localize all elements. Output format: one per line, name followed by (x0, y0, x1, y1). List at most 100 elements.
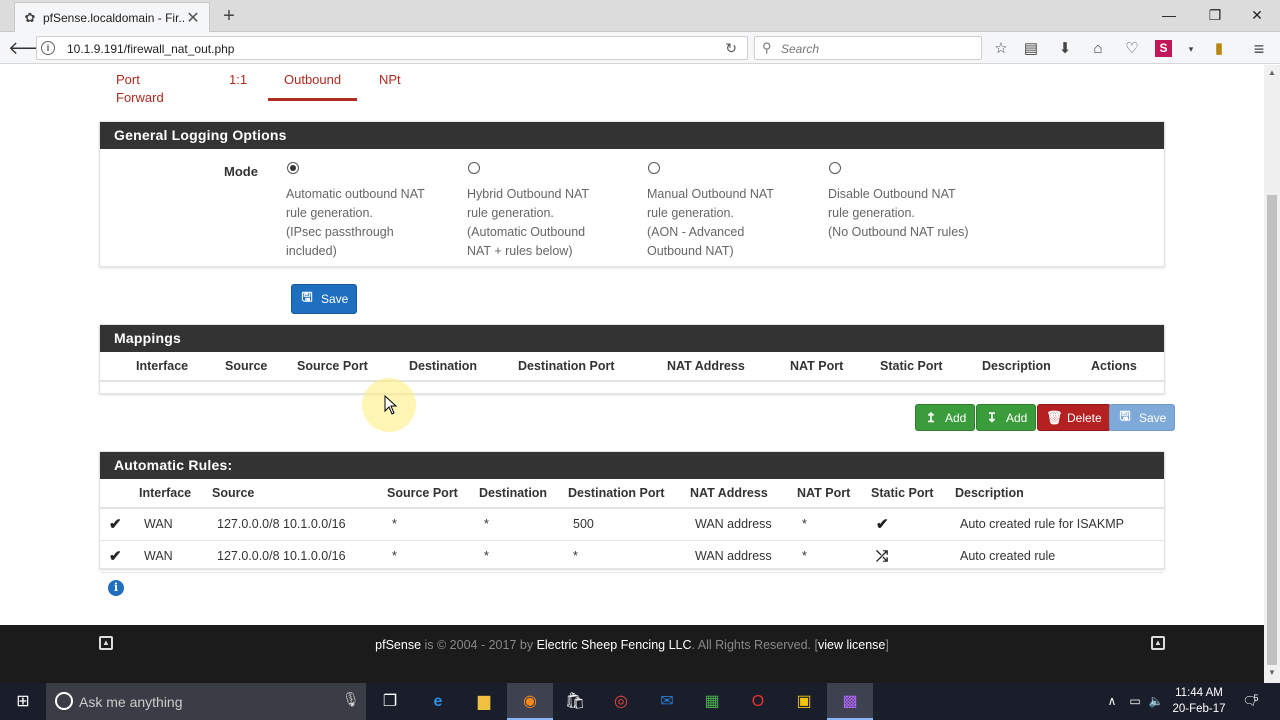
trash-icon: 🗑 (1046, 409, 1063, 425)
close-tab-icon[interactable]: ✕ (185, 8, 201, 28)
extension-dropdown-icon[interactable]: ▾ (1180, 38, 1202, 60)
file-explorer-icon[interactable]: ▆ (461, 683, 507, 720)
maximize-button[interactable]: ❐ (1192, 0, 1238, 30)
mode-option-automatic[interactable]: Automatic outbound NAT rule generation. … (286, 162, 456, 261)
col-nat-port: NAT Port (797, 479, 871, 509)
cell-destination-port: 500 (568, 508, 690, 541)
col-destination: Destination (479, 479, 568, 509)
browser-search-input[interactable]: ⚲ Search (754, 36, 982, 60)
col-nat-port: NAT Port (790, 352, 880, 382)
automatic-rules-panel: Automatic Rules: Interface Source Source… (99, 451, 1165, 573)
tab-one-to-one[interactable]: 1:1 (213, 71, 263, 101)
mappings-panel: Mappings Interface Source Source Port De… (99, 324, 1165, 394)
url-bar[interactable]: i 10.1.9.191/firewall_nat_out.php ↻ (36, 36, 748, 60)
footer-brand: pfSense (375, 638, 422, 652)
save-mappings-button[interactable]: 🖫 Save (1109, 404, 1176, 431)
automatic-rules-table: Interface Source Source Port Destination… (100, 479, 1164, 573)
tray-chevron-icon[interactable]: ∧ (1103, 683, 1121, 720)
system-clock[interactable]: 11:44 AM 20-Feb-17 (1166, 685, 1232, 717)
add-rule-bottom-button[interactable]: ↧ Add (976, 404, 1037, 431)
reload-icon[interactable]: ↻ (725, 40, 737, 57)
clock-date: 20-Feb-17 (1172, 703, 1226, 715)
footer-text-1: is © 2004 - 2017 by (421, 638, 537, 652)
scrollbar-thumb[interactable] (1267, 195, 1277, 665)
info-icon[interactable]: i (108, 580, 124, 596)
option-line: included) (286, 244, 337, 258)
firefox-icon[interactable]: ◉ (507, 683, 553, 720)
edge-browser-icon[interactable]: e (415, 683, 461, 720)
extension-folder-icon[interactable]: ▮ (1208, 38, 1230, 60)
floppy-disk-icon: 🖫 (301, 289, 313, 304)
option-text: Manual Outbound NAT rule generation. (AO… (647, 185, 817, 261)
cell-nat-port: * (797, 540, 871, 573)
window-close-button[interactable]: ✕ (1234, 0, 1280, 30)
add-rule-top-button[interactable]: ↥ Add (915, 404, 976, 431)
pfsense-favicon-icon: ✿ (24, 9, 36, 25)
cell-source: 127.0.0.0/8 10.1.0.0/16 (212, 540, 387, 573)
tab-npt[interactable]: NPt (363, 71, 417, 101)
option-line: rule generation. (828, 206, 915, 220)
cell-destination-port: * (568, 540, 690, 573)
tab-outbound[interactable]: Outbound (268, 71, 358, 101)
auto-rules-header-row: Interface Source Source Port Destination… (100, 479, 1164, 509)
footer-company-link[interactable]: Electric Sheep Fencing LLC (537, 638, 692, 652)
option-line: Automatic outbound NAT (286, 187, 425, 201)
cell-destination: * (479, 540, 568, 573)
mode-option-hybrid[interactable]: Hybrid Outbound NAT rule generation. (Au… (467, 162, 637, 261)
chrome-icon[interactable]: ◎ (598, 683, 644, 720)
mode-option-manual[interactable]: Manual Outbound NAT rule generation. (AO… (647, 162, 817, 261)
option-text: Disable Outbound NAT rule generation. (N… (828, 185, 998, 242)
floppy-disk-icon: 🖫 (1119, 407, 1131, 423)
collapse-right-icon[interactable]: ▲ (1151, 636, 1165, 650)
back-arrow-icon[interactable]: 🡐 (8, 36, 56, 60)
radio-hybrid[interactable] (468, 162, 480, 174)
save-mode-button[interactable]: 🖫 Save (291, 284, 358, 314)
table-row[interactable]: ✔ WAN 127.0.0.0/8 10.1.0.0/16 * * * WAN … (100, 540, 1164, 573)
hamburger-menu-icon[interactable]: ≡ (1248, 38, 1270, 60)
site-info-icon[interactable]: i (41, 41, 55, 55)
option-line: rule generation. (647, 206, 734, 220)
download-icon[interactable]: ⬇ (1054, 38, 1076, 60)
col-nat-address: NAT Address (690, 479, 797, 509)
opera-icon[interactable]: O (735, 683, 781, 720)
home-icon[interactable]: ⌂ (1087, 38, 1109, 60)
windows-start-icon[interactable]: ⊞ (0, 683, 46, 720)
view-license-link[interactable]: view license (818, 638, 885, 652)
option-line: (IPsec passthrough (286, 225, 394, 239)
cell-description: Auto created rule (955, 540, 1164, 573)
scroll-down-arrow-icon[interactable]: ▼ (1266, 667, 1278, 679)
delete-button[interactable]: 🗑 Delete (1037, 404, 1111, 431)
option-line: (AON - Advanced (647, 225, 745, 239)
save-label: Save (321, 292, 349, 306)
table-row[interactable]: ✔ WAN 127.0.0.0/8 10.1.0.0/16 * * 500 WA… (100, 508, 1164, 541)
pocket-icon[interactable]: ♡ (1121, 38, 1143, 60)
microphone-icon[interactable]: 🎙 (342, 691, 360, 708)
col-destination-port: Destination Port (568, 479, 690, 509)
tab-title: pfSense.localdomain - Fir... (43, 10, 185, 25)
cortana-search-box[interactable]: Ask me anything 🎙 (46, 683, 366, 720)
vm-icon[interactable]: ▣ (781, 683, 827, 720)
scroll-up-arrow-icon[interactable]: ▲ (1266, 67, 1278, 79)
minimize-button[interactable]: — (1146, 0, 1192, 30)
spreadsheet-icon[interactable]: ▦ (689, 683, 735, 720)
reading-list-icon[interactable]: ▤ (1020, 38, 1042, 60)
browser-tab-pfsense[interactable]: ✿ pfSense.localdomain - Fir... ✕ (14, 2, 210, 32)
notification-count: 5 (1253, 693, 1259, 703)
radio-disable[interactable] (829, 162, 841, 174)
task-view-icon[interactable]: ❐ (367, 683, 413, 720)
volume-icon[interactable]: 🔈 (1147, 683, 1165, 720)
teams-app-icon[interactable]: ▩ (827, 683, 873, 720)
radio-automatic[interactable] (287, 162, 299, 174)
radio-manual[interactable] (648, 162, 660, 174)
bookmark-star-icon[interactable]: ☆ (990, 38, 1012, 60)
page-scrollbar[interactable]: ▲ ▼ (1264, 65, 1280, 683)
network-icon[interactable]: ▭ (1125, 683, 1145, 720)
store-icon[interactable]: 🛍 (552, 683, 598, 720)
tab-port-forward[interactable]: Port Forward (100, 71, 180, 105)
new-tab-button[interactable]: + (218, 4, 240, 28)
option-line: rule generation. (467, 206, 554, 220)
extension-s-icon[interactable]: S (1155, 40, 1172, 57)
mode-option-disable[interactable]: Disable Outbound NAT rule generation. (N… (828, 162, 998, 242)
panel-title-general: General Logging Options (100, 122, 1164, 149)
outlook-icon[interactable]: ✉ (644, 683, 690, 720)
